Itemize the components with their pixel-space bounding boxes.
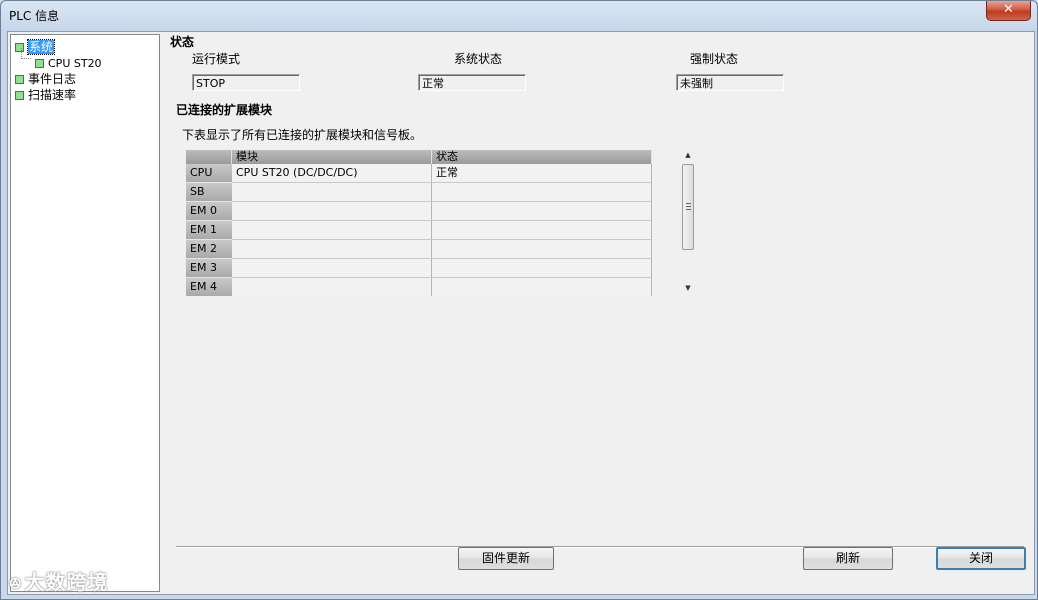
system-status-field: 正常 [418, 74, 526, 91]
status-cell [432, 259, 652, 278]
force-status-label: 强制状态 [690, 52, 739, 66]
dialog-client-area: 系统 CPU ST20 事件日志 扫描速率 状态 运行模式 STOP 系统状态 … [7, 31, 1035, 595]
status-cell [432, 278, 652, 296]
module-cell: CPU ST20 (DC/DC/DC) [232, 164, 432, 183]
watermark: ꔮ 大数跨境 [9, 566, 108, 595]
tree-item-scan-rate[interactable]: 扫描速率 [15, 87, 76, 103]
module-cell [232, 278, 432, 296]
footer-separator [176, 546, 1024, 548]
column-header-status: 状态 [432, 150, 652, 164]
scroll-up-arrow-icon[interactable]: ▲ [683, 150, 693, 160]
row-header: CPU [186, 164, 232, 183]
scrollbar-grip-icon [686, 203, 691, 210]
watermark-logo-icon: ꔮ [9, 574, 23, 593]
tree-node-icon [15, 43, 24, 52]
tree-node-icon [35, 59, 44, 68]
module-cell [232, 202, 432, 221]
run-mode-label: 运行模式 [192, 52, 241, 66]
main-content: 状态 运行模式 STOP 系统状态 正常 强制状态 未强制 已连接的扩展模块 下… [168, 32, 1032, 592]
module-cell [232, 183, 432, 202]
row-header: EM 4 [186, 278, 232, 296]
tree-node-icon [15, 91, 24, 100]
table-row[interactable]: SB [186, 183, 652, 202]
scrollbar-thumb[interactable] [682, 164, 694, 250]
tree-item-label: 系统 [26, 39, 56, 55]
status-cell: 正常 [432, 164, 652, 183]
row-header: EM 1 [186, 221, 232, 240]
tree-node-icon [15, 75, 24, 84]
table-row[interactable]: EM 2 [186, 240, 652, 259]
status-cell [432, 240, 652, 259]
module-cell [232, 240, 432, 259]
navigation-tree: 系统 CPU ST20 事件日志 扫描速率 [10, 34, 160, 592]
window-close-button[interactable]: ✕ [986, 1, 1031, 21]
status-section-title: 状态 [170, 35, 195, 49]
title-bar[interactable]: PLC 信息 ✕ [1, 1, 1037, 29]
status-cell [432, 221, 652, 240]
system-status-label: 系统状态 [454, 52, 503, 66]
tree-item-label: CPU ST20 [48, 57, 102, 70]
tree-connector [21, 58, 31, 59]
window-title: PLC 信息 [9, 9, 60, 23]
status-cell [432, 202, 652, 221]
force-status-field: 未强制 [676, 74, 784, 91]
tree-item-cpu-st20[interactable]: CPU ST20 [35, 55, 102, 71]
plc-info-dialog: PLC 信息 ✕ 系统 CPU ST20 事件日志 扫描速率 状态 运行模式 S… [0, 0, 1038, 600]
tree-item-label: 扫描速率 [28, 88, 77, 102]
close-button[interactable]: 关闭 [936, 547, 1026, 570]
row-header: SB [186, 183, 232, 202]
firmware-update-button[interactable]: 固件更新 [458, 547, 554, 570]
table-vertical-scrollbar[interactable]: ▲ ▼ [680, 150, 696, 296]
modules-table: 模块 状态 CPU CPU ST20 (DC/DC/DC) 正常 SB EM 0 [186, 150, 652, 296]
row-header: EM 2 [186, 240, 232, 259]
status-cell [432, 183, 652, 202]
run-mode-field: STOP [192, 74, 300, 91]
modules-section-title: 已连接的扩展模块 [176, 103, 273, 117]
close-icon: ✕ [1003, 2, 1014, 17]
table-row[interactable]: EM 1 [186, 221, 652, 240]
row-header: EM 3 [186, 259, 232, 278]
refresh-button[interactable]: 刷新 [803, 547, 893, 570]
row-header: EM 0 [186, 202, 232, 221]
watermark-text: 大数跨境 [24, 570, 109, 594]
table-row[interactable]: CPU CPU ST20 (DC/DC/DC) 正常 [186, 164, 652, 183]
table-row[interactable]: EM 0 [186, 202, 652, 221]
module-cell [232, 259, 432, 278]
module-cell [232, 221, 432, 240]
column-header-module: 模块 [232, 150, 432, 164]
table-row[interactable]: EM 4 [186, 278, 652, 296]
modules-description: 下表显示了所有已连接的扩展模块和信号板。 [182, 128, 423, 142]
scroll-down-arrow-icon[interactable]: ▼ [683, 283, 693, 293]
column-header-slot [186, 150, 232, 164]
tree-item-event-log[interactable]: 事件日志 [15, 71, 76, 87]
tree-item-label: 事件日志 [28, 72, 77, 86]
table-row[interactable]: EM 3 [186, 259, 652, 278]
